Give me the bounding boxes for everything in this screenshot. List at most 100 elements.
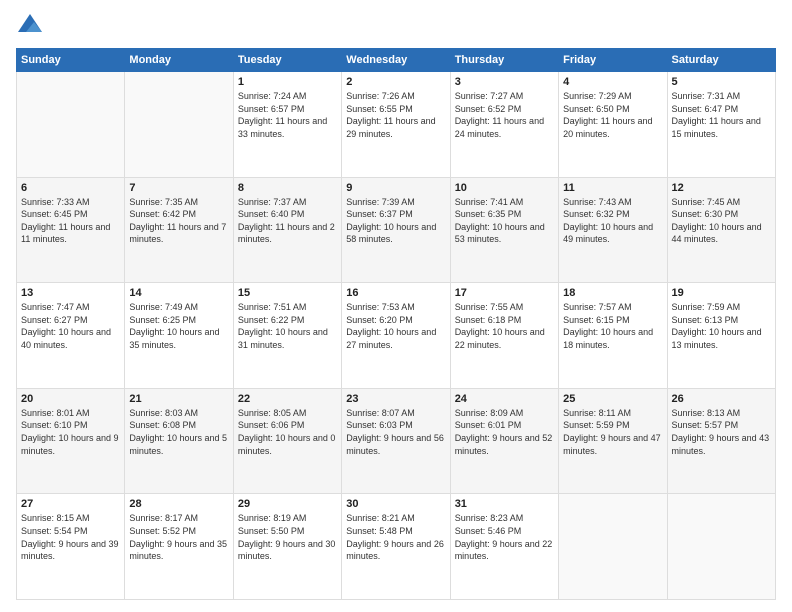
day-info: Sunrise: 8:03 AMSunset: 6:08 PMDaylight:… [129,407,228,457]
day-number: 14 [129,287,228,299]
day-info: Sunrise: 7:57 AMSunset: 6:15 PMDaylight:… [563,301,662,351]
day-info: Sunrise: 8:13 AMSunset: 5:57 PMDaylight:… [672,407,771,457]
logo-icon [16,12,44,40]
weekday-header: Tuesday [233,49,341,72]
day-number: 17 [455,287,554,299]
day-info: Sunrise: 7:37 AMSunset: 6:40 PMDaylight:… [238,196,337,246]
weekday-header: Saturday [667,49,775,72]
calendar-cell: 8 Sunrise: 7:37 AMSunset: 6:40 PMDaylight… [233,177,341,283]
calendar-cell: 22Sunrise: 8:05 AMSunset: 6:06 PMDayligh… [233,388,341,494]
weekday-header: Friday [559,49,667,72]
calendar-cell [125,72,233,178]
day-number: 15 [238,287,337,299]
calendar-cell [559,494,667,600]
calendar-cell: 6 Sunrise: 7:33 AMSunset: 6:45 PMDaylight… [17,177,125,283]
day-number: 24 [455,393,554,405]
day-info: Sunrise: 7:35 AMSunset: 6:42 PMDaylight:… [129,196,228,246]
calendar-week-row: 1 Sunrise: 7:24 AMSunset: 6:57 PMDaylight… [17,72,776,178]
calendar-cell: 2 Sunrise: 7:26 AMSunset: 6:55 PMDaylight… [342,72,450,178]
day-number: 31 [455,498,554,510]
calendar-cell: 27 Sunrise: 8:15 AMSunset: 5:54 PMDayligh… [17,494,125,600]
day-info: Sunrise: 7:39 AMSunset: 6:37 PMDaylight:… [346,196,445,246]
day-number: 3 [455,76,554,88]
calendar-cell: 17 Sunrise: 7:55 AMSunset: 6:18 PMDayligh… [450,283,558,389]
day-info: Sunrise: 7:49 AMSunset: 6:25 PMDaylight:… [129,301,228,351]
day-info: Sunrise: 8:01 AMSunset: 6:10 PMDaylight:… [21,407,120,457]
day-number: 1 [238,76,337,88]
day-number: 22 [238,393,337,405]
day-info: Sunrise: 7:24 AMSunset: 6:57 PMDaylight:… [238,90,337,140]
day-info: Sunrise: 7:45 AMSunset: 6:30 PMDaylight:… [672,196,771,246]
day-info: Sunrise: 7:53 AMSunset: 6:20 PMDaylight:… [346,301,445,351]
calendar-cell: 20 Sunrise: 8:01 AMSunset: 6:10 PMDayligh… [17,388,125,494]
calendar-cell: 1 Sunrise: 7:24 AMSunset: 6:57 PMDaylight… [233,72,341,178]
weekday-header: Wednesday [342,49,450,72]
day-info: Sunrise: 8:19 AMSunset: 5:50 PMDaylight:… [238,512,337,562]
calendar-week-row: 13 Sunrise: 7:47 AMSunset: 6:27 PMDayligh… [17,283,776,389]
day-number: 16 [346,287,445,299]
calendar-cell: 24 Sunrise: 8:09 AMSunset: 6:01 PMDayligh… [450,388,558,494]
day-number: 18 [563,287,662,299]
day-info: Sunrise: 7:51 AMSunset: 6:22 PMDaylight:… [238,301,337,351]
day-info: Sunrise: 7:29 AMSunset: 6:50 PMDaylight:… [563,90,662,140]
day-number: 29 [238,498,337,510]
calendar-cell: 10Sunrise: 7:41 AMSunset: 6:35 PMDayligh… [450,177,558,283]
day-info: Sunrise: 7:47 AMSunset: 6:27 PMDaylight:… [21,301,120,351]
day-info: Sunrise: 7:55 AMSunset: 6:18 PMDaylight:… [455,301,554,351]
day-info: Sunrise: 8:07 AMSunset: 6:03 PMDaylight:… [346,407,445,457]
day-number: 21 [129,393,228,405]
day-number: 10 [455,182,554,194]
calendar-cell [667,494,775,600]
day-number: 20 [21,393,120,405]
logo [16,12,48,40]
day-number: 28 [129,498,228,510]
day-number: 7 [129,182,228,194]
calendar-table: SundayMondayTuesdayWednesdayThursdayFrid… [16,48,776,600]
calendar-cell: 5Sunrise: 7:31 AMSunset: 6:47 PMDaylight… [667,72,775,178]
calendar-cell: 11Sunrise: 7:43 AMSunset: 6:32 PMDayligh… [559,177,667,283]
calendar-cell: 23 Sunrise: 8:07 AMSunset: 6:03 PMDayligh… [342,388,450,494]
day-number: 27 [21,498,120,510]
day-info: Sunrise: 7:33 AMSunset: 6:45 PMDaylight:… [21,196,120,246]
calendar-cell: 15 Sunrise: 7:51 AMSunset: 6:22 PMDayligh… [233,283,341,389]
day-info: Sunrise: 7:59 AMSunset: 6:13 PMDaylight:… [672,301,771,351]
day-info: Sunrise: 7:43 AMSunset: 6:32 PMDaylight:… [563,196,662,246]
header [16,12,776,40]
calendar-cell: 25Sunrise: 8:11 AMSunset: 5:59 PMDayligh… [559,388,667,494]
day-number: 8 [238,182,337,194]
calendar-header-row: SundayMondayTuesdayWednesdayThursdayFrid… [17,49,776,72]
calendar-cell: 29 Sunrise: 8:19 AMSunset: 5:50 PMDayligh… [233,494,341,600]
day-info: Sunrise: 8:21 AMSunset: 5:48 PMDaylight:… [346,512,445,562]
calendar-cell: 28 Sunrise: 8:17 AMSunset: 5:52 PMDayligh… [125,494,233,600]
calendar-cell: 3Sunrise: 7:27 AMSunset: 6:52 PMDaylight… [450,72,558,178]
day-number: 23 [346,393,445,405]
calendar-cell: 21 Sunrise: 8:03 AMSunset: 6:08 PMDayligh… [125,388,233,494]
calendar-week-row: 6 Sunrise: 7:33 AMSunset: 6:45 PMDaylight… [17,177,776,283]
day-info: Sunrise: 8:17 AMSunset: 5:52 PMDaylight:… [129,512,228,562]
calendar-week-row: 20 Sunrise: 8:01 AMSunset: 6:10 PMDayligh… [17,388,776,494]
calendar-cell: 19Sunrise: 7:59 AMSunset: 6:13 PMDayligh… [667,283,775,389]
calendar-cell [17,72,125,178]
day-number: 9 [346,182,445,194]
day-number: 4 [563,76,662,88]
day-number: 12 [672,182,771,194]
day-number: 13 [21,287,120,299]
weekday-header: Thursday [450,49,558,72]
day-number: 6 [21,182,120,194]
calendar-week-row: 27 Sunrise: 8:15 AMSunset: 5:54 PMDayligh… [17,494,776,600]
calendar-cell: 7 Sunrise: 7:35 AMSunset: 6:42 PMDaylight… [125,177,233,283]
weekday-header: Monday [125,49,233,72]
day-info: Sunrise: 7:26 AMSunset: 6:55 PMDaylight:… [346,90,445,140]
calendar-cell: 31Sunrise: 8:23 AMSunset: 5:46 PMDayligh… [450,494,558,600]
day-number: 5 [672,76,771,88]
calendar-cell: 14 Sunrise: 7:49 AMSunset: 6:25 PMDayligh… [125,283,233,389]
day-info: Sunrise: 8:11 AMSunset: 5:59 PMDaylight:… [563,407,662,457]
page: SundayMondayTuesdayWednesdayThursdayFrid… [0,0,792,612]
day-info: Sunrise: 8:09 AMSunset: 6:01 PMDaylight:… [455,407,554,457]
day-number: 2 [346,76,445,88]
day-number: 30 [346,498,445,510]
day-info: Sunrise: 8:15 AMSunset: 5:54 PMDaylight:… [21,512,120,562]
calendar-cell: 30 Sunrise: 8:21 AMSunset: 5:48 PMDayligh… [342,494,450,600]
calendar-cell: 13 Sunrise: 7:47 AMSunset: 6:27 PMDayligh… [17,283,125,389]
calendar-cell: 4 Sunrise: 7:29 AMSunset: 6:50 PMDaylight… [559,72,667,178]
